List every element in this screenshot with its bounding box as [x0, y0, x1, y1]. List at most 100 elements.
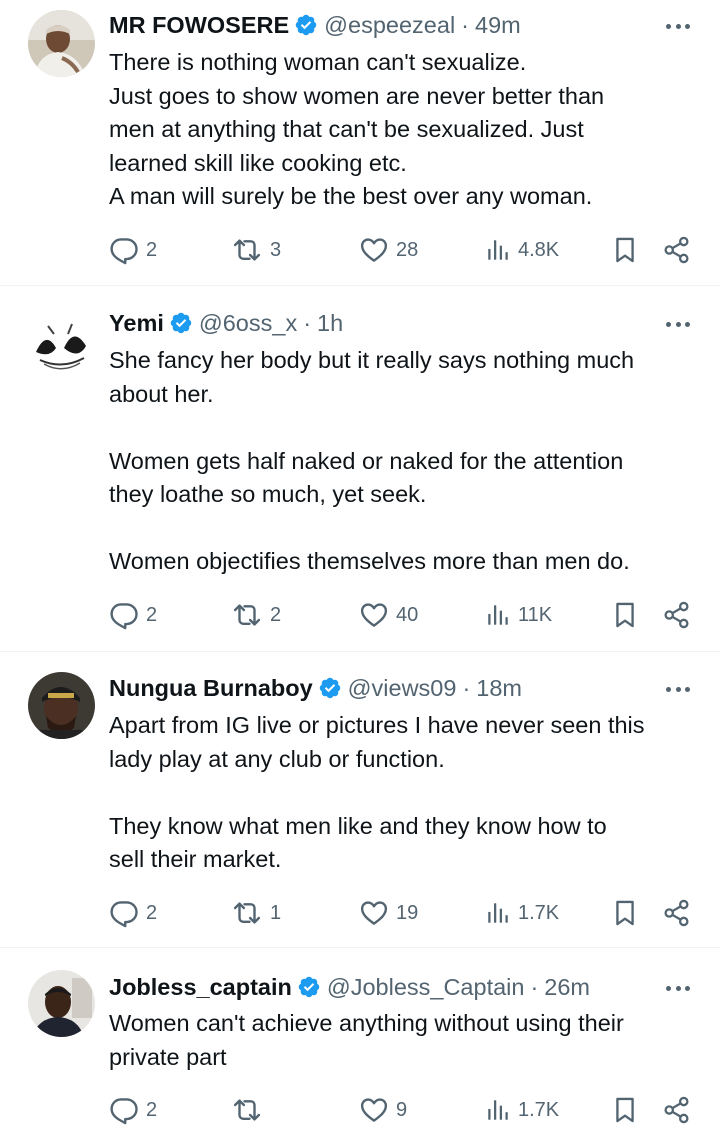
share-button[interactable] [662, 897, 691, 929]
avatar[interactable] [28, 308, 95, 375]
timestamp[interactable]: 26m [544, 974, 590, 1001]
user-handle[interactable]: @6oss_x [199, 310, 297, 337]
views-chart-icon [485, 237, 511, 263]
repost-icon [231, 235, 263, 265]
heart-icon [359, 235, 389, 265]
share-icon [662, 898, 691, 928]
action-bar: 2 2 40 11K [0, 599, 720, 631]
view-count: 1.7K [518, 901, 560, 924]
avatar[interactable] [28, 10, 95, 77]
bookmark-button[interactable] [611, 897, 639, 929]
reply-count: 2 [146, 238, 158, 261]
repost-count: 1 [270, 901, 282, 924]
view-count: 11K [518, 603, 553, 626]
reply-button[interactable]: 2 [109, 897, 157, 929]
action-bar: 2 1 19 1.7K [0, 897, 720, 929]
views-chart-icon [485, 900, 511, 926]
text-line: they loathe so much, yet seek. [109, 481, 427, 507]
display-name[interactable]: Nungua Burnaboy [109, 675, 313, 702]
views-button[interactable]: 11K [485, 599, 552, 631]
repost-icon [231, 898, 263, 928]
reply-button[interactable]: 2 [109, 599, 157, 631]
repost-count: 2 [270, 603, 282, 626]
repost-button[interactable] [231, 1094, 270, 1126]
like-button[interactable]: 28 [359, 234, 418, 266]
repost-button[interactable]: 1 [231, 897, 281, 929]
like-button[interactable]: 40 [359, 599, 418, 631]
user-handle[interactable]: @espeezeal [324, 12, 455, 39]
tweet-header: MR FOWOSERE @espeezeal · 49m [109, 10, 521, 40]
text-line: Apart from IG live or pictures I have ne… [109, 712, 645, 738]
bookmark-icon [611, 1095, 639, 1125]
heart-icon [359, 1095, 389, 1125]
repost-icon [231, 1095, 263, 1125]
more-options-icon[interactable] [662, 679, 694, 699]
timestamp[interactable]: 49m [475, 12, 521, 39]
display-name[interactable]: Yemi [109, 310, 164, 337]
avatar[interactable] [28, 672, 95, 739]
text-line: There is nothing woman can't sexualize. [109, 49, 527, 75]
tweet-3[interactable]: Nungua Burnaboy @views09 · 18m Apart fro… [0, 652, 720, 947]
share-button[interactable] [662, 599, 691, 631]
reply-icon [109, 600, 139, 630]
repost-button[interactable]: 3 [231, 234, 281, 266]
bookmark-icon [611, 600, 639, 630]
views-button[interactable]: 1.7K [485, 1094, 559, 1126]
text-line: learned skill like cooking etc. [109, 149, 407, 176]
text-line: about her. [109, 380, 214, 407]
display-name[interactable]: Jobless_captain [109, 974, 292, 1001]
text-line: She fancy her body but it really says no… [109, 347, 635, 373]
view-count: 4.8K [518, 238, 560, 261]
text-line: Women gets half naked or naked for the a… [109, 447, 624, 474]
more-options-icon[interactable] [662, 16, 694, 36]
verified-badge-icon [297, 975, 321, 999]
reply-icon [109, 898, 139, 928]
verified-badge-icon [169, 311, 193, 335]
like-button[interactable]: 9 [359, 1094, 407, 1126]
separator-dot: · [462, 674, 471, 701]
repost-count: 3 [270, 238, 282, 261]
bookmark-icon [611, 898, 639, 928]
bookmark-icon [611, 235, 639, 265]
reply-button[interactable]: 2 [109, 234, 157, 266]
tweet-4[interactable]: Jobless_captain @Jobless_Captain · 26m W… [0, 948, 720, 1142]
like-count: 9 [396, 1098, 408, 1121]
text-line: men at anything that can't be sexualized… [109, 116, 584, 142]
view-count: 1.7K [518, 1098, 560, 1121]
share-button[interactable] [662, 1094, 691, 1126]
like-button[interactable]: 19 [359, 897, 418, 929]
reply-count: 2 [146, 901, 158, 924]
like-count: 28 [396, 238, 419, 261]
bookmark-button[interactable] [611, 1094, 639, 1126]
share-icon [662, 235, 691, 265]
text-line: sell their market. [109, 846, 282, 872]
share-icon [662, 1095, 691, 1125]
tweet-text: Apart from IG live or pictures I have ne… [109, 709, 709, 877]
timestamp[interactable]: 1h [317, 310, 343, 337]
user-handle[interactable]: @Jobless_Captain [327, 974, 525, 1001]
action-bar: 2 9 1.7K [0, 1094, 720, 1126]
more-options-icon[interactable] [662, 314, 694, 334]
user-handle[interactable]: @views09 [348, 675, 457, 702]
bookmark-button[interactable] [611, 599, 639, 631]
reply-count: 2 [146, 603, 158, 626]
bookmark-button[interactable] [611, 234, 639, 266]
reply-count: 2 [146, 1098, 158, 1121]
avatar[interactable] [28, 970, 95, 1037]
views-button[interactable]: 1.7K [485, 897, 559, 929]
more-options-icon[interactable] [662, 978, 694, 998]
text-line: private part [109, 1043, 227, 1070]
reply-button[interactable]: 2 [109, 1094, 157, 1126]
repost-button[interactable]: 2 [231, 599, 281, 631]
heart-icon [359, 600, 389, 630]
tweet-1[interactable]: MR FOWOSERE @espeezeal · 49m There is no… [0, 0, 720, 285]
views-button[interactable]: 4.8K [485, 234, 559, 266]
separator-dot: · [530, 973, 539, 1000]
share-button[interactable] [662, 234, 691, 266]
display-name[interactable]: MR FOWOSERE [109, 12, 289, 39]
timestamp[interactable]: 18m [476, 675, 522, 702]
tweet-2[interactable]: Yemi @6oss_x · 1h She fancy her body but… [0, 286, 720, 651]
reply-icon [109, 235, 139, 265]
verified-badge-icon [294, 13, 318, 37]
